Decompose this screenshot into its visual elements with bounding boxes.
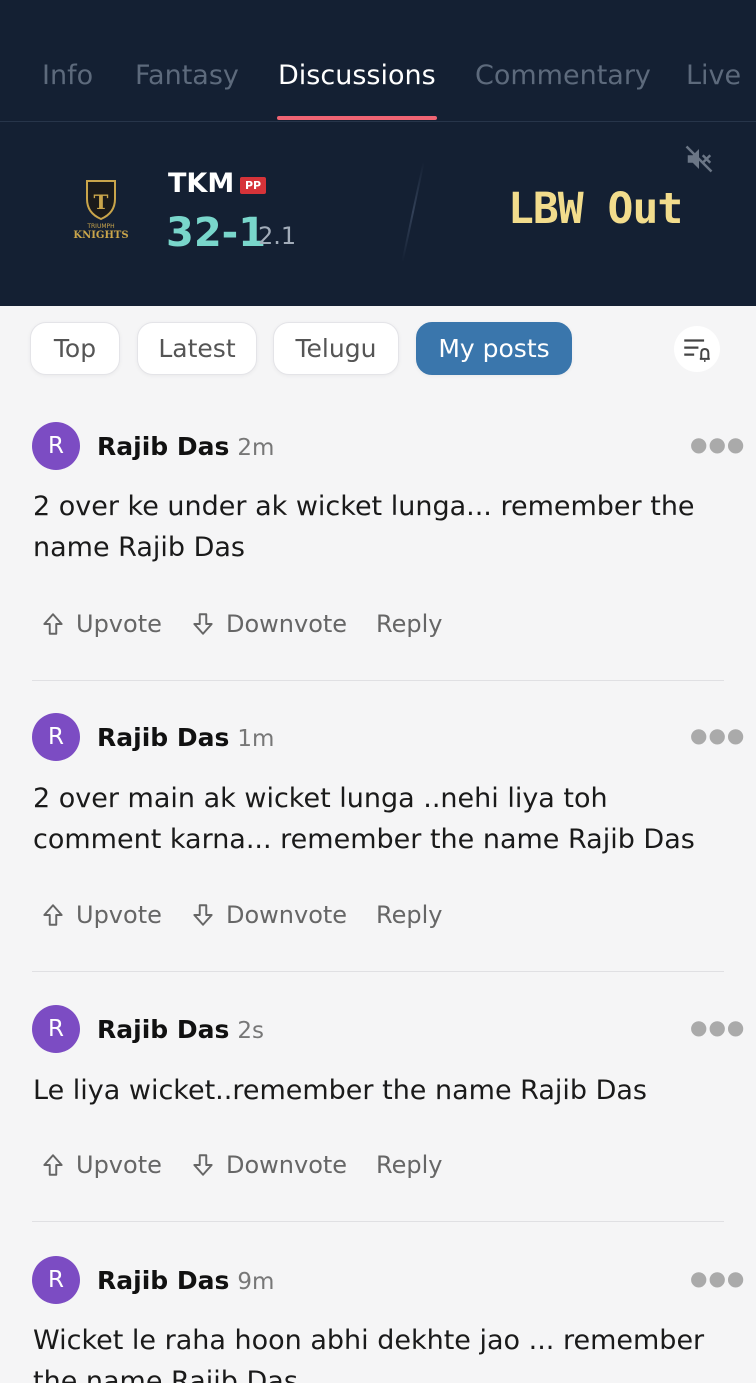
filter-bar: Top Latest Telugu My posts <box>0 306 756 392</box>
team-name: TKM <box>168 168 235 199</box>
upvote-icon <box>43 904 63 926</box>
overs: 2.1 <box>258 222 297 250</box>
upvote-button[interactable]: Upvote <box>40 1151 190 1179</box>
post-text: Le liya wicket..remember the name Rajib … <box>33 1075 647 1106</box>
tab-info[interactable]: Info <box>42 60 93 91</box>
reply-label: Reply <box>376 610 443 638</box>
author-line: Rajib Das 2m <box>97 432 274 461</box>
upvote-icon <box>43 1154 63 1176</box>
team-score: 32-1 <box>166 210 267 256</box>
post-actions: Upvote Downvote Reply <box>40 901 442 929</box>
upvote-label: Upvote <box>76 901 162 929</box>
more-options-icon[interactable]: ●●● <box>690 1015 745 1039</box>
mute-icon[interactable] <box>684 144 714 174</box>
divider <box>32 971 724 972</box>
downvote-button[interactable]: Downvote <box>190 1151 376 1179</box>
author-name[interactable]: Rajib Das <box>97 432 229 461</box>
avatar[interactable]: R <box>32 1005 80 1053</box>
powerplay-badge: PP <box>240 177 267 194</box>
svg-text:KNIGHTS: KNIGHTS <box>73 230 128 241</box>
post: R Rajib Das 9m ●●● Wicket le raha hoon ab… <box>0 1223 756 1383</box>
post-actions: Upvote Downvote Reply <box>40 1151 442 1179</box>
scoreboard: T TRIUMPH KNIGHTS TKM PP 32-1 2.1 LBW Ou… <box>0 122 756 306</box>
author-line: Rajib Das 1m <box>97 723 274 752</box>
author-line: Rajib Das 2s <box>97 1015 264 1044</box>
reply-button[interactable]: Reply <box>376 901 442 929</box>
tab-fantasy[interactable]: Fantasy <box>135 60 239 91</box>
tab-bar: Info Fantasy Discussions Commentary Live <box>0 0 756 122</box>
filter-my-posts[interactable]: My posts <box>416 322 572 375</box>
notification-settings-button[interactable] <box>674 326 720 372</box>
downvote-label: Downvote <box>226 901 348 929</box>
post-text: 2 over ke under ak wicket lunga... remem… <box>33 491 695 563</box>
more-options-icon[interactable]: ●●● <box>690 723 745 747</box>
post-time: 2s <box>237 1018 264 1044</box>
last-event: LBW Out <box>508 184 683 234</box>
avatar[interactable]: R <box>32 422 80 470</box>
active-tab-indicator <box>277 116 437 120</box>
author-name[interactable]: Rajib Das <box>97 1266 229 1295</box>
post-text: 2 over main ak wicket lunga ..nehi liya … <box>33 783 695 855</box>
upvote-button[interactable]: Upvote <box>40 610 190 638</box>
downvote-button[interactable]: Downvote <box>190 901 376 929</box>
filter-telugu[interactable]: Telugu <box>273 322 399 375</box>
divider <box>32 1221 724 1222</box>
match-header: Info Fantasy Discussions Commentary Live… <box>0 0 756 306</box>
avatar[interactable]: R <box>32 1256 80 1304</box>
svg-text:T: T <box>94 190 109 214</box>
divider <box>401 162 425 262</box>
author-name[interactable]: Rajib Das <box>97 1015 229 1044</box>
downvote-label: Downvote <box>226 610 348 638</box>
team-logo: T TRIUMPH KNIGHTS <box>70 177 132 245</box>
list-bell-icon <box>684 339 710 363</box>
avatar[interactable]: R <box>32 713 80 761</box>
downvote-button[interactable]: Downvote <box>190 610 376 638</box>
author-name[interactable]: Rajib Das <box>97 723 229 752</box>
upvote-label: Upvote <box>76 1151 162 1179</box>
upvote-label: Upvote <box>76 610 162 638</box>
post: R Rajib Das 2s ●●● Le liya wicket..rememb… <box>0 973 756 1223</box>
post-text: Wicket le raha hoon abhi dekhte jao ... … <box>33 1325 705 1383</box>
more-options-icon[interactable]: ●●● <box>690 1266 745 1290</box>
divider <box>32 680 724 681</box>
post: R Rajib Das 1m ●●● 2 over main ak wicket … <box>0 683 756 973</box>
filter-latest[interactable]: Latest <box>137 322 257 375</box>
upvote-icon <box>43 613 63 635</box>
filter-top[interactable]: Top <box>30 322 120 375</box>
tab-live[interactable]: Live <box>686 60 741 91</box>
reply-label: Reply <box>376 901 443 929</box>
author-line: Rajib Das 9m <box>97 1266 274 1295</box>
reply-label: Reply <box>376 1151 443 1179</box>
downvote-icon <box>193 904 213 926</box>
downvote-icon <box>193 1154 213 1176</box>
upvote-button[interactable]: Upvote <box>40 901 190 929</box>
svg-text:TRIUMPH: TRIUMPH <box>86 223 114 230</box>
post: R Rajib Das 2m ●●● 2 over ke under ak wic… <box>0 392 756 682</box>
post-time: 2m <box>237 435 275 461</box>
reply-button[interactable]: Reply <box>376 610 442 638</box>
post-time: 9m <box>237 1269 275 1295</box>
post-time: 1m <box>237 726 275 752</box>
tab-commentary[interactable]: Commentary <box>475 60 651 91</box>
more-options-icon[interactable]: ●●● <box>690 432 745 456</box>
reply-button[interactable]: Reply <box>376 1151 442 1179</box>
downvote-icon <box>193 613 213 635</box>
tab-discussions[interactable]: Discussions <box>278 60 436 91</box>
post-actions: Upvote Downvote Reply <box>40 610 442 638</box>
downvote-label: Downvote <box>226 1151 348 1179</box>
